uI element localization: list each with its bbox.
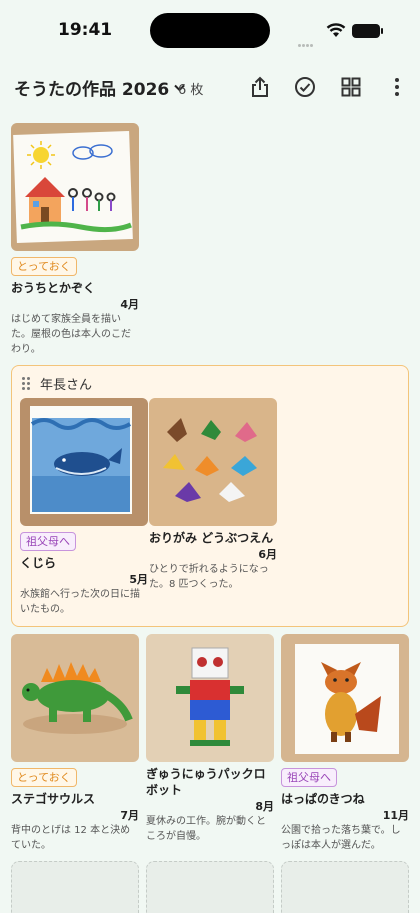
artwork-card[interactable]: ぎゅうにゅうパックロボット 8月 夏休みの工作。腕が動くところが自慢。: [146, 634, 274, 844]
artwork-title: ぎゅうにゅうパックロボット: [146, 767, 266, 797]
artwork-thumbnail[interactable]: [281, 634, 409, 762]
more-button[interactable]: [382, 72, 412, 102]
artwork-card[interactable]: 祖父母へ はっぱのきつね 11月 公園で拾った落ち葉で。しっぽは本人が選んだ。: [281, 634, 409, 853]
keep-badge: とっておく: [11, 257, 77, 276]
artwork-card[interactable]: おりがみ どうぶつえん 6月 ひとりで折れるようになった。8 匹つくった。: [149, 398, 277, 592]
artwork-month: 4月: [120, 298, 139, 311]
artwork-thumbnail[interactable]: [146, 634, 274, 762]
group-section: 年長さん 祖父母へ くじら 5月 水族館へ行った次の日に描いたもの。 おりがみ …: [11, 365, 409, 627]
artwork-thumbnail[interactable]: [11, 634, 139, 762]
artwork-month: 11月: [382, 809, 409, 822]
grandparents-badge: 祖父母へ: [281, 768, 337, 787]
group-header[interactable]: 年長さん: [22, 374, 92, 393]
share-icon: [252, 76, 268, 97]
artwork-month: 7月: [120, 809, 139, 822]
artwork-month: 6月: [258, 548, 277, 561]
share-button[interactable]: [245, 72, 275, 102]
artwork-card[interactable]: とっておく おうちとかぞく 4月 はじめて家族全員を描いた。屋根の色は本人のこだ…: [11, 123, 139, 357]
artwork-note: 水族館へ行った次の日に描いたもの。: [20, 589, 140, 615]
artwork-thumbnail[interactable]: [149, 398, 277, 526]
artwork-month: 8月: [255, 800, 274, 813]
artwork-note: 背中のとげは 12 本と決めていた。: [11, 825, 131, 851]
artwork-thumbnail[interactable]: [11, 123, 139, 251]
artwork-title: くじら: [20, 556, 57, 570]
origami-animals-image: [163, 418, 257, 502]
artwork-title: おりがみ どうぶつえん: [149, 531, 274, 545]
artwork-thumbnail[interactable]: [20, 398, 148, 526]
grid-view-button[interactable]: [336, 72, 366, 102]
battery-icon: [352, 24, 383, 38]
artwork-note: 夏休みの工作。腕が動くところが自慢。: [146, 816, 266, 842]
cellular-signal-icon: [298, 32, 318, 47]
album-title: そうたの作品 2026: [14, 80, 170, 100]
status-time: 19:41: [58, 20, 113, 40]
drag-handle-icon[interactable]: [22, 377, 30, 390]
artwork-note: ひとりで折れるようになった。8 匹つくった。: [149, 564, 269, 590]
stegosaurus-clay-image: [22, 662, 133, 734]
empty-slot[interactable]: [281, 861, 409, 913]
select-button[interactable]: [290, 72, 320, 102]
whale-painting-image: [30, 406, 132, 514]
app-header: そうたの作品 2026 6 枚: [0, 66, 420, 110]
item-count: 6 枚: [178, 83, 204, 98]
empty-slot[interactable]: [11, 861, 139, 913]
house-family-drawing-image: [13, 131, 133, 243]
artwork-title: おうちとかぞく: [11, 281, 96, 295]
artwork-note: 公園で拾った落ち葉で。しっぽは本人が選んだ。: [281, 825, 401, 851]
artwork-month: 5月: [129, 573, 148, 586]
grandparents-badge: 祖父母へ: [20, 532, 76, 551]
check-circle-icon: [295, 77, 315, 97]
group-label: 年長さん: [40, 378, 93, 393]
dynamic-island: [150, 13, 270, 48]
milk-carton-robot-image: [176, 647, 244, 746]
artwork-note: はじめて家族全員を描いた。屋根の色は本人のこだわり。: [11, 314, 131, 355]
more-vertical-icon: [395, 78, 399, 96]
album-title-dropdown[interactable]: そうたの作品 2026: [14, 75, 185, 100]
empty-slot[interactable]: [146, 861, 274, 913]
leaf-fox-image: [295, 644, 399, 754]
grid-icon: [341, 77, 361, 97]
artwork-card[interactable]: 祖父母へ くじら 5月 水族館へ行った次の日に描いたもの。: [20, 398, 148, 617]
artwork-card[interactable]: とっておく ステゴサウルス 7月 背中のとげは 12 本と決めていた。: [11, 634, 139, 853]
keep-badge: とっておく: [11, 768, 77, 787]
artwork-title: ステゴサウルス: [11, 792, 96, 806]
status-bar: 19:41: [0, 0, 420, 56]
wifi-icon: [326, 23, 346, 37]
artwork-title: はっぱのきつね: [281, 792, 365, 806]
